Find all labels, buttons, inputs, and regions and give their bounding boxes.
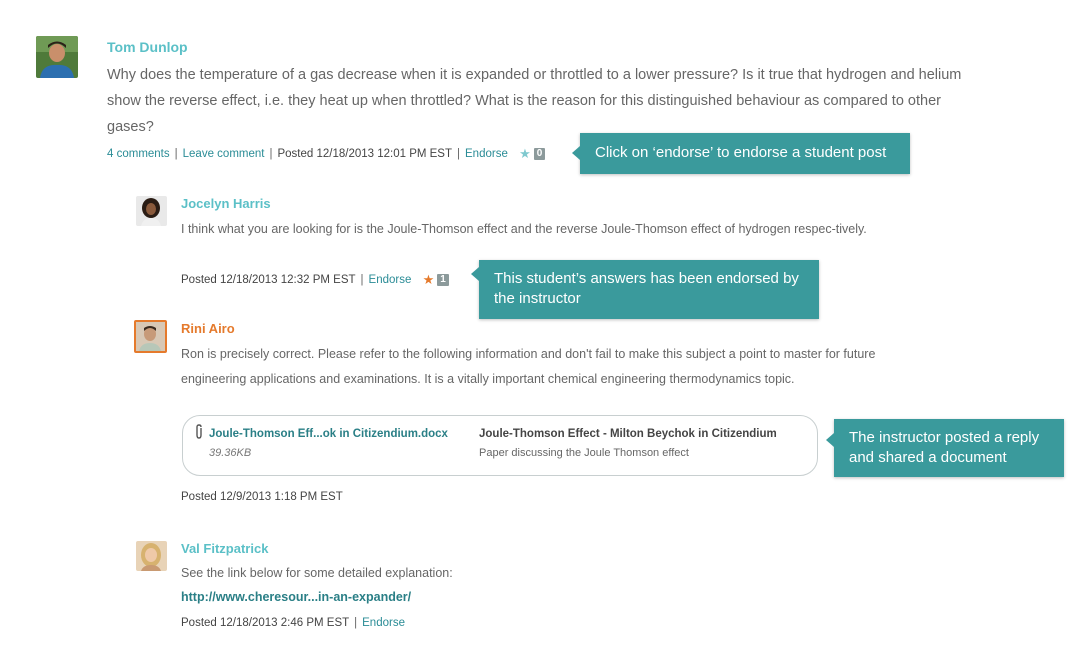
reply-meta: Posted 12/18/2013 2:46 PM EST | Endorse [181,617,405,629]
person-photo-icon [36,36,78,78]
reply-text: See the link below for some detailed exp… [181,566,453,580]
comments-link[interactable]: 4 comments [107,148,170,160]
post-question-text: Why does the temperature of a gas decrea… [107,67,962,135]
endorse-star-icon[interactable]: ★ [519,146,531,161]
post-timestamp: Posted 12/18/2013 12:01 PM EST [277,148,453,160]
attachment-size: 39.36KB [209,447,252,459]
callout-endorsed-tip: This student’s answers has been endorsed… [471,260,819,319]
endorse-count-badge: 0 [533,148,546,160]
endorse-link[interactable]: Endorse [369,274,412,286]
attachment-title: Joule-Thomson Effect - Milton Beychok in… [479,428,777,440]
avatar-jocelyn-harris[interactable] [136,196,167,226]
reply-author-name[interactable]: Val Fitzpatrick [181,541,268,556]
callout-instructor-tip: The instructor posted a reply and shared… [826,419,1064,477]
endorse-count-badge: 1 [437,274,449,286]
person-photo-icon [136,541,167,571]
endorse-link[interactable]: Endorse [465,148,508,160]
reply-meta: Posted 12/9/2013 1:18 PM EST [181,491,343,503]
leave-comment-link[interactable]: Leave comment [183,148,265,160]
avatar-rini-airo[interactable] [134,320,167,353]
paperclip-icon [194,424,204,445]
attachment-card[interactable]: Joule-Thomson Eff...ok in Citizendium.do… [182,415,818,476]
reply-url-link[interactable]: http://www.cheresour...in-an-expander/ [181,590,411,604]
avatar-tom-dunlop[interactable] [36,36,78,78]
endorse-link[interactable]: Endorse [362,617,405,629]
attachment-description: Paper discussing the Joule Thomson effec… [479,447,689,459]
instructor-author-name[interactable]: Rini Airo [181,321,235,336]
post-meta: 4 comments | Leave comment | Posted 12/18/20… [107,146,546,162]
person-photo-icon [136,322,165,351]
reply-text: I think what you are looking for is the … [181,222,867,236]
reply-text: Ron is precisely correct. Please refer t… [181,347,876,386]
endorse-star-icon[interactable]: ★ [423,272,435,287]
reply-meta: Posted 12/18/2013 12:32 PM EST | Endorse ★… [181,272,449,288]
post-author-name[interactable]: Tom Dunlop [107,39,188,55]
callout-endorse-tip: Click on ‘endorse’ to endorse a student … [572,133,910,174]
person-photo-icon [136,196,167,226]
reply-timestamp: Posted 12/18/2013 2:46 PM EST [181,617,350,629]
attachment-filename-link[interactable]: Joule-Thomson Eff...ok in Citizendium.do… [209,428,448,440]
reply-timestamp: Posted 12/9/2013 1:18 PM EST [181,491,343,503]
reply-author-name[interactable]: Jocelyn Harris [181,196,271,211]
reply-timestamp: Posted 12/18/2013 12:32 PM EST [181,274,356,286]
avatar-val-fitzpatrick[interactable] [136,541,167,571]
